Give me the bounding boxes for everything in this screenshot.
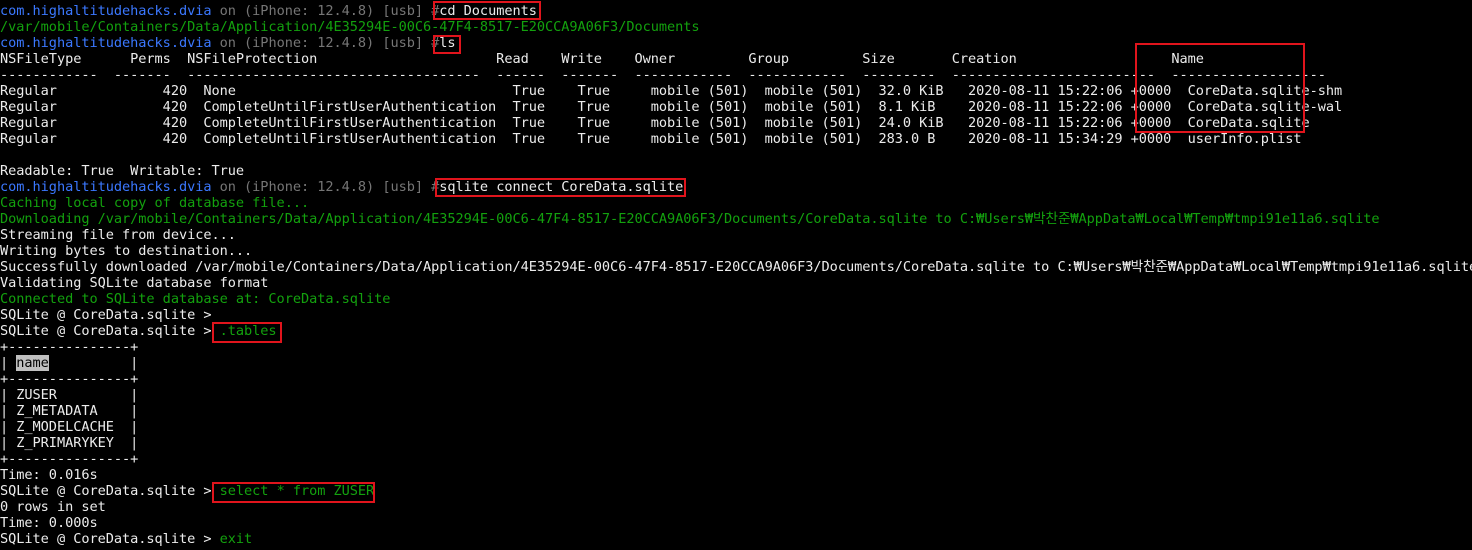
- table-row: | Z_METADATA |: [0, 403, 139, 419]
- table-header-name: name: [16, 355, 49, 371]
- ls-separator: ------------ ------- -------------------…: [0, 67, 1326, 83]
- sql-prompt-line: SQLite @ CoreData.sqlite > .tables: [0, 323, 1472, 339]
- device-info: on (iPhone: 12.4.8) [usb] #: [211, 179, 440, 195]
- sql-prompt: SQLite @ CoreData.sqlite >: [0, 531, 220, 547]
- connected-message: Connected to SQLite database at: CoreDat…: [0, 291, 391, 307]
- ls-row: Regular 420 CompleteUntilFirstUserAuthen…: [0, 115, 1310, 131]
- app-bundle-id: com.highaltitudehacks.dvia: [0, 3, 212, 19]
- writing-message: Writing bytes to destination...: [0, 243, 253, 259]
- command-tables: .tables: [219, 323, 277, 339]
- command-exit: exit: [219, 531, 253, 547]
- sql-prompt: SQLite @ CoreData.sqlite >: [0, 483, 220, 499]
- ls-header: NSFileType Perms NSFileProtection Read W…: [0, 51, 1204, 67]
- device-info: on (iPhone: 12.4.8) [usb] #: [211, 35, 440, 51]
- app-bundle-id: com.highaltitudehacks.dvia: [0, 35, 212, 51]
- command-cd: cd Documents: [439, 3, 537, 19]
- terminal-output: com.highaltitudehacks.dvia on (iPhone: 1…: [0, 3, 1472, 547]
- table-border: +---------------+: [0, 451, 139, 467]
- downloading-message: Downloading /var/mobile/Containers/Data/…: [0, 211, 1380, 227]
- table-pipe: |: [0, 355, 17, 371]
- validating-message: Validating SQLite database format: [0, 275, 269, 291]
- command-sqlite-connect: sqlite connect CoreData.sqlite: [439, 179, 684, 195]
- table-header: | name |: [0, 355, 1472, 371]
- table-border: +---------------+: [0, 371, 139, 387]
- prompt-line: com.highaltitudehacks.dvia on (iPhone: 1…: [0, 35, 1472, 51]
- readable-writable: Readable: True Writable: True: [0, 163, 245, 179]
- rows-in-set: 0 rows in set: [0, 499, 106, 515]
- time-output: Time: 0.016s: [0, 467, 98, 483]
- table-border: +---------------+: [0, 339, 139, 355]
- table-row: | Z_MODELCACHE |: [0, 419, 139, 435]
- sql-prompt: SQLite @ CoreData.sqlite >: [0, 323, 220, 339]
- app-bundle-id: com.highaltitudehacks.dvia: [0, 179, 212, 195]
- command-ls: ls: [439, 35, 456, 51]
- sql-prompt-line: SQLite @ CoreData.sqlite > exit: [0, 531, 1472, 547]
- time-output: Time: 0.000s: [0, 515, 98, 531]
- table-pipe: |: [48, 355, 139, 371]
- cwd-path: /var/mobile/Containers/Data/Application/…: [0, 19, 700, 35]
- success-message: Successfully downloaded /var/mobile/Cont…: [0, 259, 1472, 275]
- ls-row: Regular 420 None True True mobile (501) …: [0, 83, 1343, 99]
- prompt-line: com.highaltitudehacks.dvia on (iPhone: 1…: [0, 3, 1472, 19]
- caching-message: Caching local copy of database file...: [0, 195, 310, 211]
- ls-row: Regular 420 CompleteUntilFirstUserAuthen…: [0, 131, 1302, 147]
- command-select: select * from ZUSER: [219, 483, 375, 499]
- device-info: on (iPhone: 12.4.8) [usb] #: [211, 3, 440, 19]
- table-row: | ZUSER |: [0, 387, 139, 403]
- sql-prompt-line: SQLite @ CoreData.sqlite > select * from…: [0, 483, 1472, 499]
- ls-row: Regular 420 CompleteUntilFirstUserAuthen…: [0, 99, 1343, 115]
- sql-prompt: SQLite @ CoreData.sqlite >: [0, 307, 220, 323]
- table-row: | Z_PRIMARYKEY |: [0, 435, 139, 451]
- prompt-line: com.highaltitudehacks.dvia on (iPhone: 1…: [0, 179, 1472, 195]
- streaming-message: Streaming file from device...: [0, 227, 236, 243]
